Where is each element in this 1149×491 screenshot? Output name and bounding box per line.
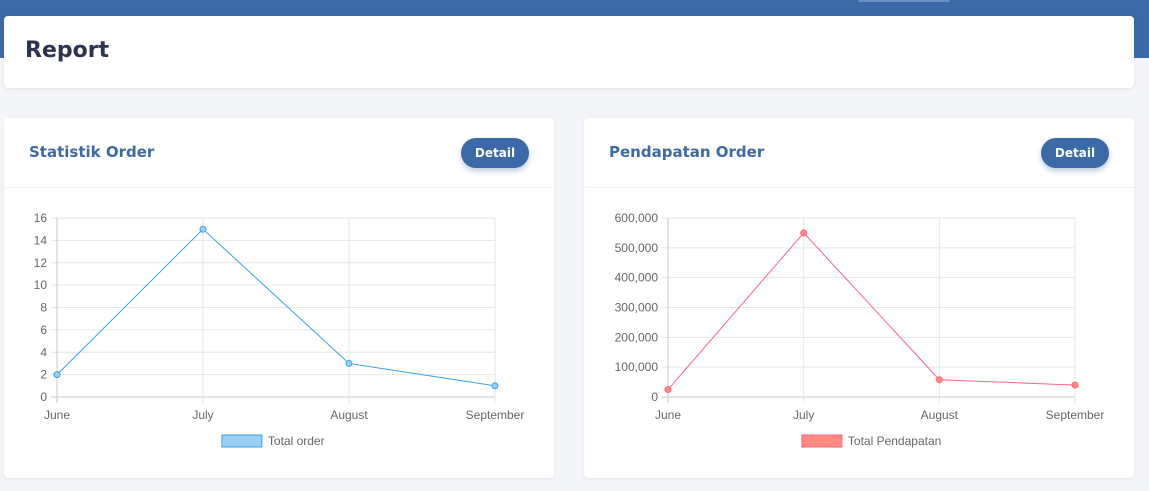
y-tick-label: 8: [40, 301, 47, 315]
legend-label: Total Pendapatan: [848, 434, 941, 448]
data-point: [53, 371, 61, 379]
y-tick-label: 2: [40, 368, 47, 382]
y-tick-label: 300,000: [615, 301, 659, 315]
y-tick-label: 6: [40, 323, 47, 337]
y-tick-label: 10: [34, 278, 48, 292]
y-tick-label: 14: [34, 233, 48, 247]
data-point: [664, 386, 672, 394]
navbar-user-menu[interactable]: [858, 0, 950, 2]
x-tick-label: July: [192, 408, 213, 422]
revenue-card: Pendapatan Order Detail 0 100,000 200,000 3…: [584, 118, 1134, 478]
data-point: [935, 376, 943, 384]
order-statistics-card: Statistik Order Detail 0 2 4 6 8 10 12 14 16 June…: [4, 118, 554, 478]
series-line: [667, 232, 1076, 390]
x-tick-label: August: [330, 408, 368, 422]
y-tick-label: 400,000: [615, 271, 659, 285]
data-point: [1071, 381, 1079, 389]
data-point: [491, 382, 499, 390]
x-tick-label: July: [793, 408, 814, 422]
data-point: [345, 359, 353, 367]
legend-swatch: [801, 434, 843, 448]
y-tick-label: 0: [40, 390, 47, 404]
y-tick-label: 16: [34, 211, 48, 225]
x-tick-label: June: [655, 408, 681, 422]
legend-swatch: [221, 434, 263, 448]
order-line-chart: 0 2 4 6 8 10 12 14 16 June July August September Tota…: [34, 211, 525, 448]
legend-label: Total order: [268, 434, 325, 448]
y-tick-label: 100,000: [615, 360, 659, 374]
y-tick-label: 0: [651, 390, 658, 404]
x-tick-label: June: [44, 408, 70, 422]
data-point: [199, 225, 207, 233]
page-title: Report: [25, 38, 110, 63]
y-tick-label: 4: [40, 345, 47, 359]
revenue-line-chart: 0 100,000 200,000 300,000 400,000 500,000 600,…: [615, 211, 1105, 448]
x-tick-label: September: [466, 408, 525, 422]
y-tick-label: 600,000: [615, 211, 659, 225]
y-tick-label: 500,000: [615, 241, 659, 255]
y-tick-label: 200,000: [615, 330, 659, 344]
x-tick-label: September: [1046, 408, 1105, 422]
page-header-card: Report: [4, 16, 1134, 88]
data-point: [800, 229, 808, 237]
x-tick-label: August: [921, 408, 959, 422]
y-tick-label: 12: [34, 256, 48, 270]
